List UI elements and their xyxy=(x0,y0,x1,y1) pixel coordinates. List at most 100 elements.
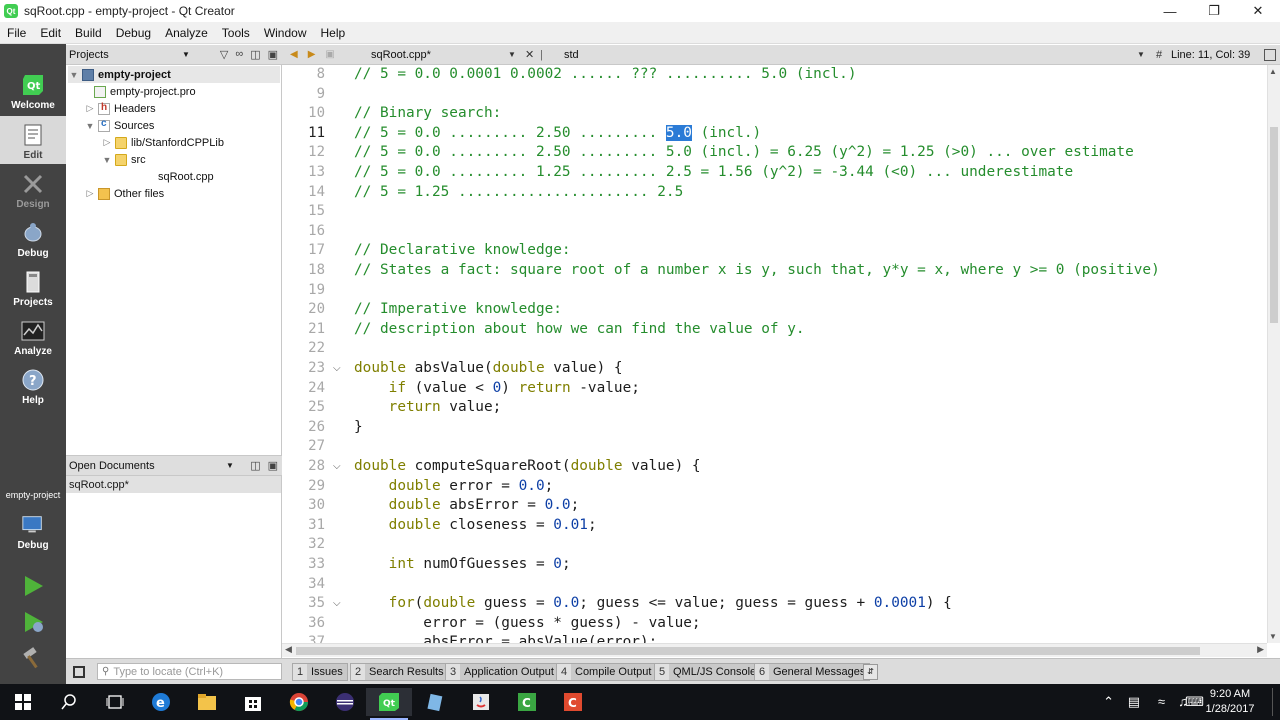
scroll-up-icon[interactable]: ▲ xyxy=(1269,67,1277,76)
code-line[interactable]: double closeness = 0.01; xyxy=(354,516,597,536)
expand-arrow-icon[interactable]: ▼ xyxy=(101,155,113,165)
menu-build[interactable]: Build xyxy=(68,26,109,40)
mode-help[interactable]: ? Help xyxy=(0,361,66,409)
code-line[interactable]: for(double guess = 0.0; guess <= value; … xyxy=(354,594,952,614)
scroll-left-icon[interactable]: ◀ xyxy=(285,644,292,655)
tab-compile-output[interactable]: 4 Compile Output xyxy=(556,663,657,681)
tree-item-pro-file[interactable]: empty-project.pro xyxy=(92,83,196,100)
taskbar-clock[interactable]: 9:20 AM 1/28/2017 xyxy=(1200,687,1260,717)
tree-item-lib-folder[interactable]: ▷ lib/StanfordCPPLib xyxy=(101,134,224,151)
code-line[interactable]: // Binary search: xyxy=(354,104,501,124)
expand-arrow-icon[interactable]: ▼ xyxy=(84,121,96,131)
vertical-scroll-thumb[interactable] xyxy=(1270,127,1278,323)
code-line[interactable]: // Declarative knowledge: xyxy=(354,241,571,261)
menu-debug[interactable]: Debug xyxy=(109,26,158,40)
tree-item-headers[interactable]: ▷ Headers xyxy=(84,100,156,117)
split-pane-icon[interactable]: ◫ xyxy=(250,459,260,472)
code-text-area[interactable]: // 5 = 0.0 0.0001 0.0002 ...... ??? ....… xyxy=(354,65,1267,643)
code-line[interactable]: } xyxy=(354,418,363,438)
open-documents-view-selector[interactable]: Open Documents xyxy=(69,460,155,472)
code-line[interactable]: double computeSquareRoot(double value) { xyxy=(354,457,701,477)
mode-welcome[interactable]: Qt Welcome xyxy=(0,66,66,114)
split-pane-icon[interactable]: ◫ xyxy=(250,48,260,61)
symbol-selector[interactable]: std xyxy=(564,49,579,61)
split-editor-icon[interactable] xyxy=(1264,48,1276,61)
code-line[interactable]: // 5 = 0.0 ......... 2.50 ......... 5.0 … xyxy=(354,143,1134,163)
taskbar-qt-creator[interactable]: Qt xyxy=(366,688,412,720)
chevron-down-icon[interactable]: ▼ xyxy=(182,50,190,59)
code-line[interactable]: return value; xyxy=(354,398,502,418)
tree-item-sources[interactable]: ▼ Sources xyxy=(84,117,154,134)
maximize-button[interactable]: ❐ xyxy=(1192,0,1236,22)
expand-arrow-icon[interactable]: ▼ xyxy=(68,70,80,80)
close-pane-icon[interactable]: ▣ xyxy=(268,459,278,472)
close-document-icon[interactable]: ✕ xyxy=(525,48,534,61)
target-selector[interactable]: Debug xyxy=(0,502,66,554)
code-line[interactable]: // Imperative knowledge: xyxy=(354,300,562,320)
menu-window[interactable]: Window xyxy=(257,26,314,40)
close-pane-icon[interactable]: ▣ xyxy=(268,48,278,61)
show-hidden-icons-icon[interactable]: ⌃ xyxy=(1103,694,1114,710)
taskbar-eclipse[interactable] xyxy=(322,688,368,716)
scroll-right-icon[interactable]: ▶ xyxy=(1257,644,1264,655)
taskbar-chrome[interactable] xyxy=(276,688,322,716)
taskbar-edge[interactable]: e xyxy=(138,688,184,716)
collapsed-arrow-icon[interactable]: ▷ xyxy=(84,103,96,114)
menu-tools[interactable]: Tools xyxy=(215,26,257,40)
tab-search-results[interactable]: 2 Search Results xyxy=(350,663,449,681)
chevron-down-icon[interactable]: ▼ xyxy=(226,461,234,470)
menu-analyze[interactable]: Analyze xyxy=(158,26,215,40)
fold-chevron-icon[interactable]: ⌵ xyxy=(333,457,343,477)
code-line[interactable]: int numOfGuesses = 0; xyxy=(354,555,571,575)
tree-item-other-files[interactable]: ▷ Other files xyxy=(84,185,164,202)
code-line[interactable]: // 5 = 0.0 ......... 2.50 ......... 5.0 … xyxy=(354,124,761,144)
taskbar-notepad[interactable] xyxy=(412,688,458,716)
tree-item-sqroot-file[interactable]: sqRoot.cpp xyxy=(158,168,214,185)
fold-chevron-icon[interactable]: ⌵ xyxy=(333,594,343,614)
toggle-sidebar-icon[interactable] xyxy=(73,665,85,678)
tree-item-src-folder[interactable]: ▼ src xyxy=(101,151,146,168)
open-file-selector[interactable]: sqRoot.cpp* xyxy=(371,49,519,61)
chevron-down-icon[interactable]: ▼ xyxy=(508,50,516,59)
go-back-icon[interactable]: ◀ xyxy=(290,49,298,60)
code-line[interactable]: error = (guess * guess) - value; xyxy=(354,614,700,634)
code-line[interactable]: // description about how we can find the… xyxy=(354,320,805,340)
code-line[interactable]: absError = absValue(error); xyxy=(354,633,657,643)
code-line[interactable]: if (value < 0) return -value; xyxy=(354,379,640,399)
tab-general-messages[interactable]: 6 General Messages xyxy=(754,663,871,681)
show-desktop-button[interactable] xyxy=(1272,688,1278,716)
tree-item-project-root[interactable]: ▼ empty-project xyxy=(68,66,280,83)
filter-icon[interactable]: ▽ xyxy=(220,48,228,61)
taskbar-camtasia[interactable]: C xyxy=(550,688,596,716)
horizontal-scrollbar[interactable]: ◀ ▶ xyxy=(282,643,1267,657)
code-line[interactable]: double error = 0.0; xyxy=(354,477,554,497)
taskbar-java[interactable] xyxy=(458,688,504,716)
menu-help[interactable]: Help xyxy=(314,26,353,40)
minimize-button[interactable]: — xyxy=(1148,0,1192,22)
menu-edit[interactable]: Edit xyxy=(33,26,68,40)
mode-analyze[interactable]: Analyze xyxy=(0,312,66,360)
debug-run-button[interactable] xyxy=(21,610,45,637)
chevron-down-icon[interactable]: ▼ xyxy=(1137,50,1145,59)
collapsed-arrow-icon[interactable]: ▷ xyxy=(84,188,96,199)
build-button[interactable] xyxy=(21,646,45,673)
power-icon[interactable]: ▤ xyxy=(1128,694,1140,710)
tab-qml-js-console[interactable]: 5 QML/JS Console xyxy=(654,663,762,681)
cursor-position[interactable]: Line: 11, Col: 39 xyxy=(1171,49,1250,61)
mode-debug[interactable]: Debug xyxy=(0,214,66,262)
run-button[interactable] xyxy=(21,574,45,601)
open-document-item[interactable]: sqRoot.cpp* xyxy=(66,476,281,493)
search-button[interactable] xyxy=(46,688,92,716)
code-line[interactable]: double absValue(double value) { xyxy=(354,359,623,379)
scroll-down-icon[interactable]: ▼ xyxy=(1269,632,1277,641)
mode-projects[interactable]: Projects xyxy=(0,263,66,311)
projects-view-selector[interactable]: Projects xyxy=(69,49,109,61)
close-button[interactable]: ✕ xyxy=(1236,0,1280,22)
wifi-icon[interactable]: ≈ xyxy=(1158,694,1165,709)
sync-link-icon[interactable]: ∞ xyxy=(235,48,243,61)
mode-edit[interactable]: Edit xyxy=(0,116,66,164)
vertical-scrollbar[interactable]: ▲ ▼ xyxy=(1267,65,1280,643)
code-line[interactable]: // 5 = 1.25 ...................... 2.5 xyxy=(354,183,683,203)
taskbar-camtasia-recorder[interactable]: C xyxy=(504,688,550,716)
menu-file[interactable]: File xyxy=(0,26,33,40)
